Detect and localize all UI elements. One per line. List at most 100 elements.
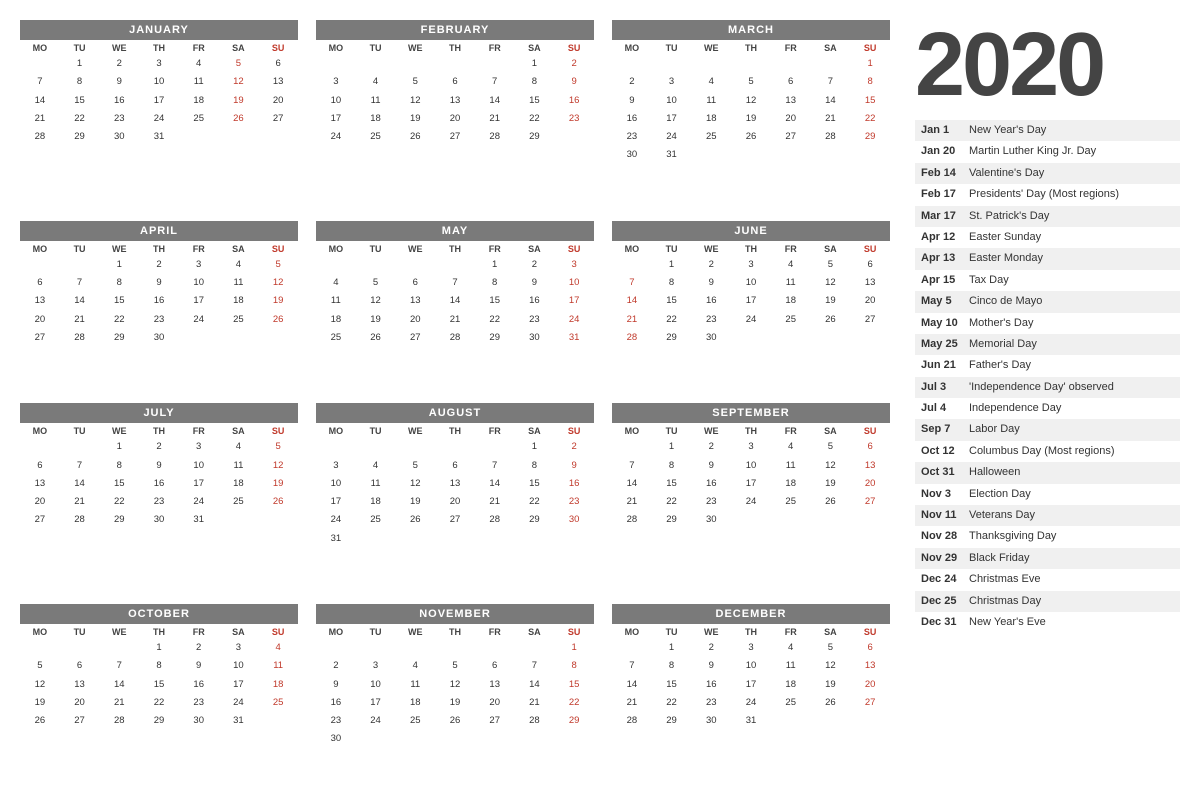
- day-cell: 29: [60, 128, 100, 146]
- month-block-august: AUGUSTMOTUWETHFRSASU12345678910111213141…: [316, 403, 594, 586]
- day-cell: 1: [60, 55, 100, 73]
- holiday-name: Columbus Day (Most regions): [969, 444, 1174, 459]
- month-block-april: APRILMOTUWETHFRSASU123456789101112131415…: [20, 221, 298, 386]
- day-cell: 23: [554, 493, 594, 511]
- day-cell: 20: [395, 311, 435, 329]
- day-cell: 8: [515, 73, 555, 91]
- day-cell: 28: [475, 511, 515, 529]
- day-cell: 7: [515, 657, 555, 675]
- day-cell: 23: [316, 712, 356, 730]
- day-cell: 28: [515, 712, 555, 730]
- day-cell: 17: [179, 475, 219, 493]
- day-cell: 24: [316, 128, 356, 146]
- day-empty: [395, 55, 435, 73]
- day-cell: 12: [811, 274, 851, 292]
- holiday-row: Feb 14Valentine's Day: [915, 163, 1180, 184]
- day-cell: 25: [771, 694, 811, 712]
- holiday-row: Jul 3'Independence Day' observed: [915, 377, 1180, 398]
- day-cell: 16: [554, 92, 594, 110]
- day-cell: 22: [652, 694, 692, 712]
- day-header-we: WE: [691, 40, 731, 55]
- day-cell: 1: [475, 256, 515, 274]
- day-cell: 18: [179, 92, 219, 110]
- day-cell: 3: [356, 657, 396, 675]
- day-cell: 21: [60, 493, 100, 511]
- day-cell: 29: [515, 128, 555, 146]
- day-cell: 25: [771, 311, 811, 329]
- day-header-we: WE: [99, 40, 139, 55]
- holiday-date: May 25: [921, 337, 969, 352]
- day-cell: 14: [20, 92, 60, 110]
- day-cell: 30: [139, 511, 179, 529]
- day-cell: 20: [850, 475, 890, 493]
- day-header-we: WE: [395, 241, 435, 256]
- day-cell: 11: [179, 73, 219, 91]
- day-cell: 8: [475, 274, 515, 292]
- day-cell: 4: [691, 73, 731, 91]
- day-cell: 26: [258, 493, 298, 511]
- day-cell: 8: [139, 657, 179, 675]
- day-cell: 10: [356, 676, 396, 694]
- day-cell: 28: [99, 712, 139, 730]
- day-header-sa: SA: [515, 423, 555, 438]
- day-cell: 11: [258, 657, 298, 675]
- holiday-name: Father's Day: [969, 358, 1174, 373]
- day-header-su: SU: [850, 241, 890, 256]
- day-header-fr: FR: [771, 624, 811, 639]
- day-cell: 7: [20, 73, 60, 91]
- day-cell: 31: [316, 530, 356, 548]
- day-header-we: WE: [691, 241, 731, 256]
- day-header-we: WE: [99, 624, 139, 639]
- day-cell: 4: [219, 438, 259, 456]
- day-cell: 24: [139, 110, 179, 128]
- day-cell: 3: [731, 256, 771, 274]
- day-cell: 2: [554, 55, 594, 73]
- day-cell: 30: [554, 511, 594, 529]
- day-cell: 1: [139, 639, 179, 657]
- holiday-name: Christmas Day: [969, 594, 1174, 609]
- day-empty: [612, 639, 652, 657]
- day-header-su: SU: [554, 423, 594, 438]
- day-cell: 12: [811, 657, 851, 675]
- holiday-row: Dec 24Christmas Eve: [915, 569, 1180, 590]
- day-cell: 2: [691, 256, 731, 274]
- day-header-su: SU: [258, 241, 298, 256]
- day-empty: [612, 256, 652, 274]
- month-block-march: MARCHMOTUWETHFRSASU123456789101112131415…: [612, 20, 890, 203]
- day-cell: 26: [435, 712, 475, 730]
- day-header-sa: SA: [515, 40, 555, 55]
- day-header-su: SU: [554, 624, 594, 639]
- day-cell: 9: [691, 457, 731, 475]
- day-cell: 19: [258, 475, 298, 493]
- day-cell: 10: [731, 657, 771, 675]
- day-cell: 16: [316, 694, 356, 712]
- day-cell: 22: [515, 110, 555, 128]
- day-cell: 29: [475, 329, 515, 347]
- day-cell: 18: [219, 292, 259, 310]
- day-cell: 23: [691, 694, 731, 712]
- month-block-february: FEBRUARYMOTUWETHFRSASU123456789101112131…: [316, 20, 594, 203]
- day-header-tu: TU: [60, 241, 100, 256]
- day-empty: [612, 55, 652, 73]
- day-header-sa: SA: [811, 40, 851, 55]
- holiday-row: Apr 12Easter Sunday: [915, 227, 1180, 248]
- day-cell: 8: [652, 657, 692, 675]
- day-cell: 12: [356, 292, 396, 310]
- day-cell: 12: [219, 73, 259, 91]
- day-cell: 30: [99, 128, 139, 146]
- day-cell: 9: [179, 657, 219, 675]
- day-cell: 12: [20, 676, 60, 694]
- day-cell: 16: [515, 292, 555, 310]
- day-cell: 11: [771, 274, 811, 292]
- day-cell: 13: [850, 457, 890, 475]
- day-cell: 13: [258, 73, 298, 91]
- month-header: SEPTEMBER: [612, 403, 890, 423]
- day-header-su: SU: [258, 624, 298, 639]
- day-cell: 9: [515, 274, 555, 292]
- month-header: AUGUST: [316, 403, 594, 423]
- day-cell: 15: [515, 92, 555, 110]
- day-cell: 22: [652, 311, 692, 329]
- day-header-fr: FR: [475, 241, 515, 256]
- day-cell: 21: [612, 493, 652, 511]
- day-cell: 5: [811, 438, 851, 456]
